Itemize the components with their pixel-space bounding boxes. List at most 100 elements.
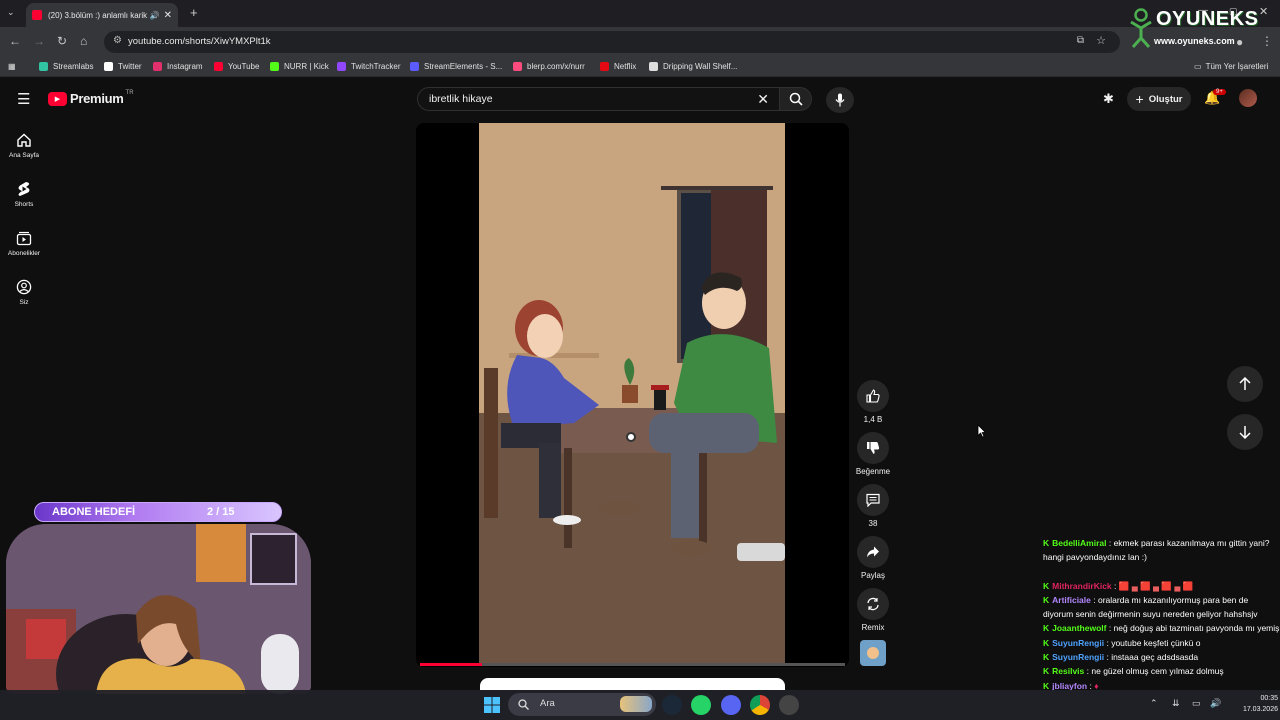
taskbar-search-box[interactable]: Ara [508,693,656,716]
chat-message: K Resilvis : ne güzel olmuş cem yılmaz do… [1043,666,1224,677]
bookmark-item[interactable]: Netflix [600,62,636,71]
share-icon [867,546,879,558]
youtube-logo[interactable]: ▶ Premium TR [48,90,134,106]
thumbs-up-icon [866,389,880,403]
nav-label: Abonelikler [7,250,41,257]
search-button[interactable] [780,87,812,111]
chat-message: K MithrandirKick : 🟥 ▄ 🟥 ▄ 🟥 ▄ 🟥 [1043,580,1194,591]
bookmark-item[interactable]: Dripping Wall Shelf... [649,62,737,71]
next-short-preview[interactable] [480,678,785,690]
hamburger-menu-icon[interactable]: ☰ [17,90,30,108]
bookmark-star-icon[interactable]: ☆ [1096,34,1106,47]
nav-you[interactable]: Siz [0,279,48,306]
chat-message: K SuyunRengii : youtube keşfeti çünkü o [1043,637,1201,648]
oyuneks-watermark: OYUNEKS www.oyuneks.com [1128,6,1268,50]
comment-icon [866,493,880,507]
you-icon [16,279,32,295]
chat-username: MithrandirKick [1052,580,1112,591]
arrow-up-icon [1239,377,1251,390]
bookmark-item[interactable]: Twitter [104,62,142,71]
kick-badge-icon: K [1043,538,1050,548]
whatsapp-icon[interactable] [691,695,711,715]
tray-display-icon[interactable]: ▭ [1192,698,1201,709]
bookmark-item[interactable]: blerp.com/x/nurr [513,62,585,71]
site-info-icon[interactable]: ⚙ [113,35,122,46]
app-icon[interactable] [779,695,799,715]
shorts-video-player[interactable] [416,123,849,667]
clock-date: 17.03.2026 [1242,706,1278,713]
comments-button[interactable]: 38 [855,484,891,528]
install-app-icon[interactable]: ⧉ [1077,35,1084,46]
clock-time: 00:35 [1260,695,1278,702]
bookmark-favicon-icon [337,62,346,71]
cast-gear-icon[interactable]: ✱ [1103,91,1114,107]
taskbar-clock[interactable]: 00:35 17.03.2026 [1226,693,1278,715]
account-avatar[interactable] [1239,89,1257,107]
bookmark-item[interactable]: NURR | Kick [270,62,329,71]
nav-subscriptions[interactable]: Abonelikler [0,230,48,257]
like-button[interactable]: 1,4 B [855,380,891,424]
search-input[interactable]: ibretlik hikaye ✕ [417,87,780,111]
browser-tab-active[interactable]: (20) 3.bölüm :) anlamlı karikatür 🔊 ✕ [26,3,178,27]
home-button[interactable]: ⌂ [80,34,87,48]
tray-volume-icon[interactable]: 🔊 [1210,698,1221,709]
nav-label: Ana Sayfa [9,152,39,159]
dislike-button[interactable]: Beğenme [855,432,891,476]
address-bar[interactable]: ⚙ youtube.com/shorts/XiwYMXPlt1k ⧉ ☆ [104,31,1120,53]
kick-badge-icon: K [1043,637,1050,648]
bookmark-item[interactable]: YouTube [214,62,259,71]
tray-network-icon[interactable]: ⇊ [1172,698,1180,709]
apps-grid-icon[interactable]: ▦ [8,62,16,71]
audio-track-thumbnail[interactable] [860,640,886,666]
forward-button[interactable]: → [33,34,45,48]
chat-username: BedelliAmiral [1052,538,1107,548]
nav-shorts[interactable]: Shorts [0,181,48,208]
chat-text: neğ doğuş abi tazminatı pavyonda mı yemi… [1113,623,1280,634]
mouse-cursor-icon [977,424,986,438]
reload-button[interactable]: ↻ [57,34,67,48]
chat-text: 🟥 ▄ 🟥 ▄ 🟥 ▄ 🟥 [1118,580,1194,591]
watermark-name: OYUNEKS [1156,8,1259,30]
clear-search-icon[interactable]: ✕ [757,91,769,108]
discord-icon[interactable] [721,695,741,715]
all-bookmarks-folder[interactable]: ▭ Tüm Yer İşaretleri [1194,62,1268,71]
kick-badge-icon: K [1043,652,1050,663]
home-icon [17,133,31,147]
back-button[interactable]: ← [9,34,21,48]
browser-tab-strip: ⌄ (20) 3.bölüm :) anlamlı karikatür 🔊 ✕ … [0,0,1280,27]
tab-close-icon[interactable]: ✕ [164,10,172,21]
dislike-label: Beğenme [855,467,891,476]
chat-message: K BedelliAmiral : ekmek parası kazanılmay… [1043,538,1270,563]
share-button[interactable]: Paylaş [855,536,891,580]
share-label: Paylaş [860,571,885,580]
bookmark-item[interactable]: StreamElements - S... [410,62,502,71]
bookmark-favicon-icon [410,62,419,71]
video-progress-bar[interactable] [420,663,845,666]
chat-text: youtube keşfeti çünkü o [1111,637,1201,648]
tray-chevron-icon[interactable]: ⌃ [1150,698,1158,709]
video-frame-cartoon [479,123,785,665]
create-button[interactable]: + Oluştur [1127,87,1191,111]
chat-message: K SuyunRengii : instaaa geç adsdsasda [1043,652,1199,663]
bookmark-favicon-icon [600,62,609,71]
chat-username: Artificiale [1052,594,1091,605]
chat-text: ne güzel olmuş cem yılmaz dolmuş [1091,666,1224,677]
next-short-button[interactable] [1227,414,1263,450]
bookmark-item[interactable]: Streamlabs [39,62,93,71]
tab-search-icon[interactable]: ⌄ [7,7,15,18]
chat-username: Resilvis [1052,666,1085,677]
bookmark-item[interactable]: Instagram [153,62,203,71]
new-tab-button[interactable]: + [190,5,198,20]
steam-icon[interactable] [662,695,682,715]
bookmark-item[interactable]: TwitchTracker [337,62,401,71]
chat-message: K Joaanthewolf : neğ doğuş abi tazminatı … [1043,623,1280,634]
oyuneks-logo-icon [1130,8,1152,48]
speaker-icon[interactable]: 🔊 [150,11,160,20]
windows-start-icon[interactable] [484,697,500,713]
nav-home[interactable]: Ana Sayfa [0,132,48,159]
remix-button[interactable]: Remix [855,588,891,632]
bookmark-favicon-icon [270,62,279,71]
voice-search-button[interactable] [826,87,854,113]
previous-short-button[interactable] [1227,366,1263,402]
chrome-icon[interactable] [750,695,770,715]
